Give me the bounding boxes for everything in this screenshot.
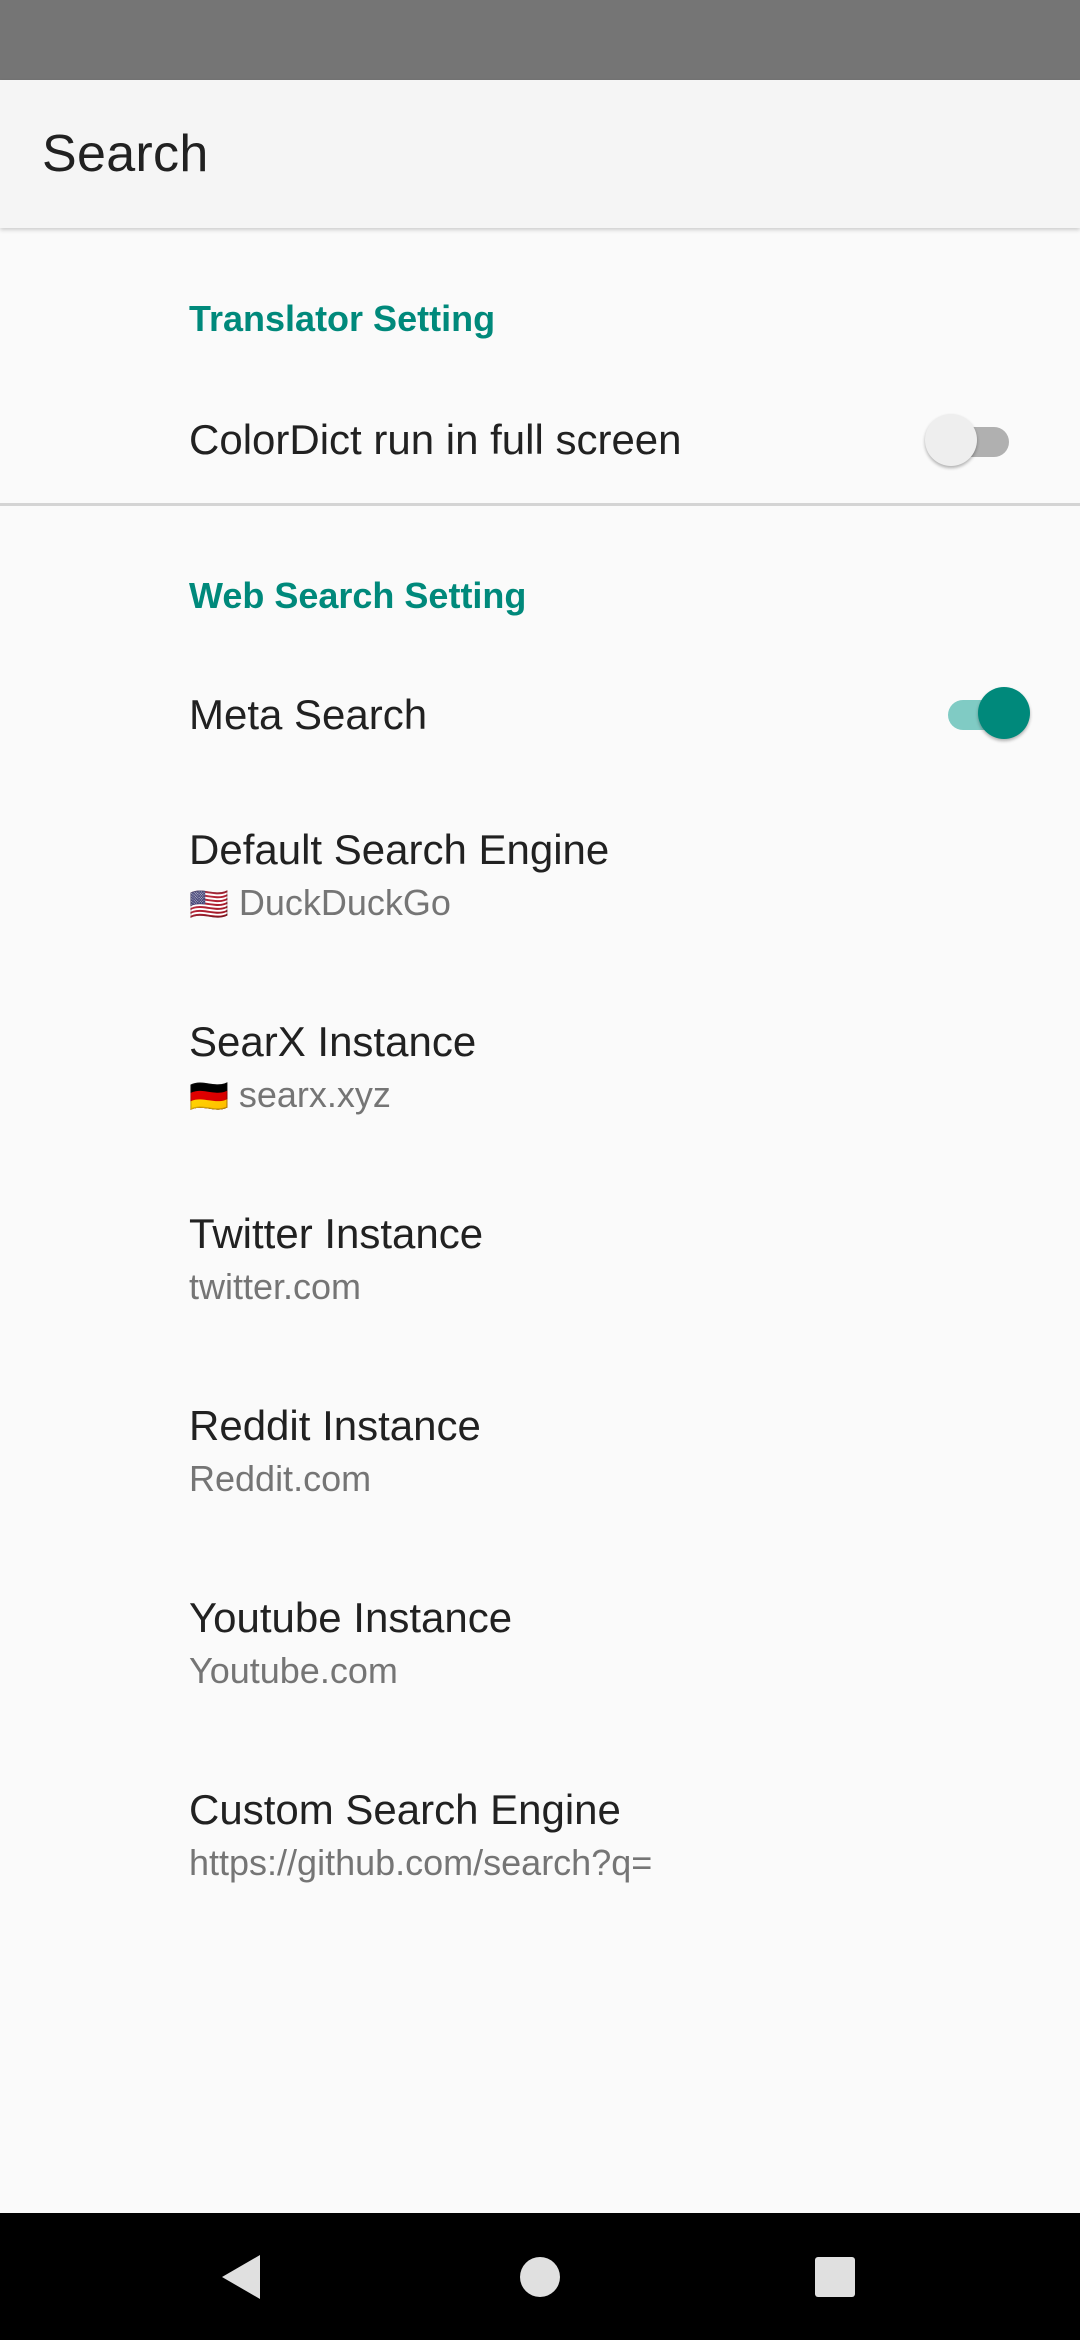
youtube-instance-title: Youtube Instance — [189, 1594, 513, 1641]
default-search-engine-title: Default Search Engine — [189, 826, 610, 873]
section-divider — [0, 503, 1080, 506]
status-bar — [0, 0, 1080, 80]
navigation-bar — [0, 2213, 1080, 2340]
app-bar: Search — [0, 80, 1080, 228]
meta-search-title: Meta Search — [189, 691, 428, 738]
fullscreen-pref-row[interactable]: ColorDict run in full screen — [0, 376, 1080, 504]
twitter-instance-pref-row[interactable]: Twitter Instance twitter.com — [0, 1192, 1080, 1357]
youtube-instance-summary: Youtube.com — [189, 1650, 398, 1691]
switch-thumb — [978, 687, 1030, 739]
us-flag-icon: 🇺🇸 — [189, 886, 229, 922]
custom-search-engine-summary: https://github.com/search?q= — [189, 1842, 653, 1883]
settings-list[interactable]: Translator Setting ColorDict run in full… — [0, 228, 1080, 2213]
recents-icon[interactable] — [775, 2213, 895, 2340]
searx-instance-summary: 🇩🇪 searx.xyz — [189, 1074, 391, 1116]
meta-search-pref-row[interactable]: Meta Search — [0, 653, 1080, 779]
page-title: Search — [42, 125, 209, 183]
default-search-engine-summary: 🇺🇸 DuckDuckGo — [189, 882, 451, 924]
switch-thumb — [925, 414, 977, 466]
fullscreen-switch[interactable] — [925, 414, 1015, 466]
reddit-instance-title: Reddit Instance — [189, 1402, 481, 1449]
custom-search-engine-pref-row[interactable]: Custom Search Engine https://github.com/… — [0, 1768, 1080, 1933]
searx-instance-value: searx.xyz — [238, 1074, 391, 1115]
searx-instance-title: SearX Instance — [189, 1018, 477, 1065]
meta-search-switch[interactable] — [934, 687, 1030, 739]
translator-setting-header: Translator Setting — [189, 298, 496, 339]
searx-instance-pref-row[interactable]: SearX Instance 🇩🇪 searx.xyz — [0, 1000, 1080, 1165]
custom-search-engine-title: Custom Search Engine — [189, 1786, 621, 1833]
default-search-engine-value: DuckDuckGo — [238, 882, 451, 923]
youtube-instance-pref-row[interactable]: Youtube Instance Youtube.com — [0, 1576, 1080, 1741]
reddit-instance-pref-row[interactable]: Reddit Instance Reddit.com — [0, 1384, 1080, 1549]
twitter-instance-title: Twitter Instance — [189, 1210, 484, 1257]
web-search-setting-header: Web Search Setting — [189, 575, 527, 616]
reddit-instance-summary: Reddit.com — [189, 1458, 372, 1499]
home-icon[interactable] — [480, 2213, 600, 2340]
de-flag-icon: 🇩🇪 — [189, 1078, 229, 1114]
back-icon[interactable] — [181, 2213, 301, 2340]
default-search-engine-pref-row[interactable]: Default Search Engine 🇺🇸 DuckDuckGo — [0, 808, 1080, 973]
twitter-instance-summary: twitter.com — [189, 1266, 362, 1307]
fullscreen-pref-title: ColorDict run in full screen — [189, 416, 682, 463]
